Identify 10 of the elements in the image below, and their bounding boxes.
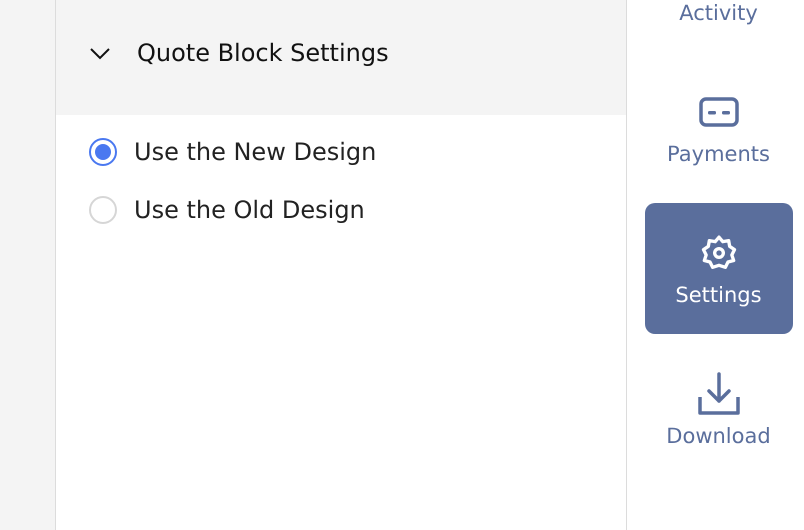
radio-option[interactable]: Use the New Design [89,136,626,168]
radio-option[interactable]: Use the Old Design [89,194,626,226]
sidebar-item[interactable]: Activity [644,0,792,52]
radio-button[interactable] [89,138,117,166]
sidebar-item[interactable]: Settings [644,203,792,334]
sidebar-item[interactable]: Payments [644,62,792,193]
credit-card-icon [698,97,738,127]
section-toggle[interactable]: Quote Block Settings [56,38,389,76]
download-icon [696,371,742,417]
sidebar-item[interactable]: Download [644,344,792,475]
